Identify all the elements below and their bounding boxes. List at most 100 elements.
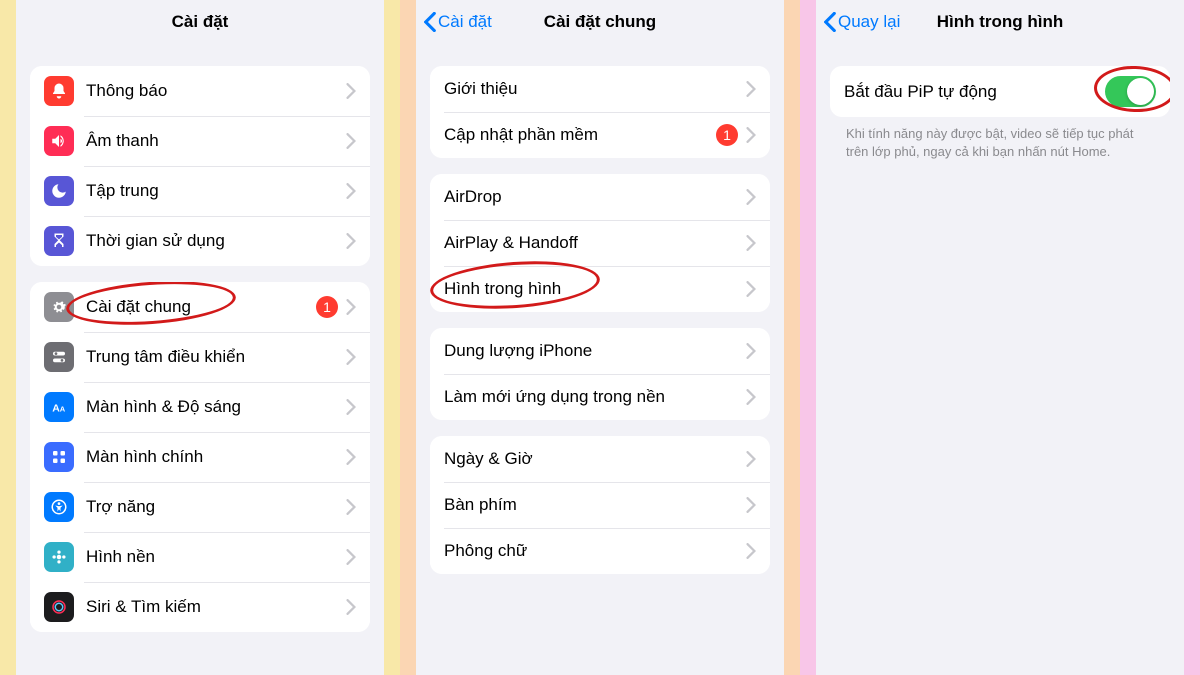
row-control-center[interactable]: Trung tâm điều khiển xyxy=(30,332,370,382)
phone-surface: Quay lại Hình trong hình Bắt đầu PiP tự … xyxy=(816,0,1184,675)
row-iphone-storage[interactable]: Dung lượng iPhone xyxy=(430,328,770,374)
hourglass-icon xyxy=(44,226,74,256)
row-display[interactable]: AA Màn hình & Độ sáng xyxy=(30,382,370,432)
chevron-right-icon xyxy=(746,343,756,359)
row-siri[interactable]: Siri & Tìm kiếm xyxy=(30,582,370,632)
row-label: Bắt đầu PiP tự động xyxy=(844,82,1105,102)
row-label: Trung tâm điều khiển xyxy=(86,347,346,367)
group-storage: Dung lượng iPhone Làm mới ứng dụng trong… xyxy=(430,328,770,420)
group-about: Giới thiệu Cập nhật phần mềm 1 xyxy=(430,66,770,158)
footer-text: Khi tính năng này được bật, video sẽ tiế… xyxy=(830,117,1170,161)
row-background-refresh[interactable]: Làm mới ứng dụng trong nền xyxy=(430,374,770,420)
row-label: Màn hình chính xyxy=(86,447,346,467)
row-label: Bàn phím xyxy=(444,495,746,515)
row-accessibility[interactable]: Trợ năng xyxy=(30,482,370,532)
pip-settings-column: Quay lại Hình trong hình Bắt đầu PiP tự … xyxy=(800,0,1200,675)
row-about[interactable]: Giới thiệu xyxy=(430,66,770,112)
switches-icon xyxy=(44,342,74,372)
bell-icon xyxy=(44,76,74,106)
row-label: Siri & Tìm kiếm xyxy=(86,597,346,617)
row-software-update[interactable]: Cập nhật phần mềm 1 xyxy=(430,112,770,158)
row-label: Làm mới ứng dụng trong nền xyxy=(444,387,746,407)
general-settings-column: Cài đặt Cài đặt chung Giới thiệu Cập nhậ… xyxy=(400,0,800,675)
chevron-right-icon xyxy=(346,183,356,199)
settings-content: Thông báo Âm thanh Tập trung xyxy=(16,44,384,675)
speaker-icon xyxy=(44,126,74,156)
back-button[interactable]: Cài đặt xyxy=(424,12,492,32)
nav-title: Hình trong hình xyxy=(937,12,1064,32)
group-pip-toggle: Bắt đầu PiP tự động xyxy=(830,66,1170,117)
row-airplay[interactable]: AirPlay & Handoff xyxy=(430,220,770,266)
text-size-icon: AA xyxy=(44,392,74,422)
row-label: AirPlay & Handoff xyxy=(444,233,746,253)
row-label: Màn hình & Độ sáng xyxy=(86,397,346,417)
chevron-right-icon xyxy=(346,299,356,315)
row-label: Ngày & Giờ xyxy=(444,449,746,469)
accessibility-icon xyxy=(44,492,74,522)
row-label: Phông chữ xyxy=(444,541,746,561)
row-screentime[interactable]: Thời gian sử dụng xyxy=(30,216,370,266)
gear-icon xyxy=(44,292,74,322)
chevron-left-icon xyxy=(424,12,436,32)
row-wallpaper[interactable]: Hình nền xyxy=(30,532,370,582)
row-label: AirDrop xyxy=(444,187,746,207)
row-label: Tập trung xyxy=(86,181,346,201)
badge: 1 xyxy=(316,296,338,318)
group-airdrop: AirDrop AirPlay & Handoff Hình trong hìn… xyxy=(430,174,770,312)
general-content: Giới thiệu Cập nhật phần mềm 1 AirDrop A… xyxy=(416,44,784,675)
row-keyboard[interactable]: Bàn phím xyxy=(430,482,770,528)
nav-title: Cài đặt chung xyxy=(544,12,656,32)
chevron-right-icon xyxy=(346,399,356,415)
toggle-switch[interactable] xyxy=(1105,76,1156,107)
svg-text:A: A xyxy=(60,405,66,414)
row-label: Thông báo xyxy=(86,81,346,101)
row-label: Cập nhật phần mềm xyxy=(444,125,716,145)
row-date-time[interactable]: Ngày & Giờ xyxy=(430,436,770,482)
chevron-right-icon xyxy=(746,81,756,97)
settings-root-column: Cài đặt Thông báo Âm thanh xyxy=(0,0,400,675)
back-label: Cài đặt xyxy=(438,12,492,32)
row-focus[interactable]: Tập trung xyxy=(30,166,370,216)
nav-title: Cài đặt xyxy=(172,12,229,32)
phone-surface: Cài đặt Thông báo Âm thanh xyxy=(16,0,384,675)
moon-icon xyxy=(44,176,74,206)
chevron-right-icon xyxy=(346,233,356,249)
row-notifications[interactable]: Thông báo xyxy=(30,66,370,116)
row-label: Cài đặt chung xyxy=(86,297,316,317)
pip-content: Bắt đầu PiP tự động Khi tính năng này đư… xyxy=(816,44,1184,675)
row-pip[interactable]: Hình trong hình xyxy=(430,266,770,312)
chevron-right-icon xyxy=(746,389,756,405)
chevron-left-icon xyxy=(824,12,836,32)
group-datetime: Ngày & Giờ Bàn phím Phông chữ xyxy=(430,436,770,574)
row-label: Hình nền xyxy=(86,547,346,567)
chevron-right-icon xyxy=(746,497,756,513)
chevron-right-icon xyxy=(746,281,756,297)
chevron-right-icon xyxy=(346,349,356,365)
chevron-right-icon xyxy=(346,83,356,99)
row-pip-auto: Bắt đầu PiP tự động xyxy=(830,66,1170,117)
back-button[interactable]: Quay lại xyxy=(824,12,900,32)
row-home-screen[interactable]: Màn hình chính xyxy=(30,432,370,482)
chevron-right-icon xyxy=(746,451,756,467)
nav-bar: Quay lại Hình trong hình xyxy=(816,0,1184,44)
chevron-right-icon xyxy=(346,599,356,615)
chevron-right-icon xyxy=(746,189,756,205)
chevron-right-icon xyxy=(746,235,756,251)
toggle-knob xyxy=(1127,78,1154,105)
row-label: Âm thanh xyxy=(86,131,346,151)
row-fonts[interactable]: Phông chữ xyxy=(430,528,770,574)
nav-bar: Cài đặt xyxy=(16,0,384,44)
row-airdrop[interactable]: AirDrop xyxy=(430,174,770,220)
back-label: Quay lại xyxy=(838,12,900,32)
chevron-right-icon xyxy=(346,133,356,149)
chevron-right-icon xyxy=(346,499,356,515)
apps-grid-icon xyxy=(44,442,74,472)
row-sounds[interactable]: Âm thanh xyxy=(30,116,370,166)
row-label: Giới thiệu xyxy=(444,79,746,99)
chevron-right-icon xyxy=(346,449,356,465)
row-general[interactable]: Cài đặt chung 1 xyxy=(30,282,370,332)
settings-group-general: Cài đặt chung 1 Trung tâm điều khiển AA xyxy=(30,282,370,632)
row-label: Dung lượng iPhone xyxy=(444,341,746,361)
row-label: Thời gian sử dụng xyxy=(86,231,346,251)
flower-icon xyxy=(44,542,74,572)
